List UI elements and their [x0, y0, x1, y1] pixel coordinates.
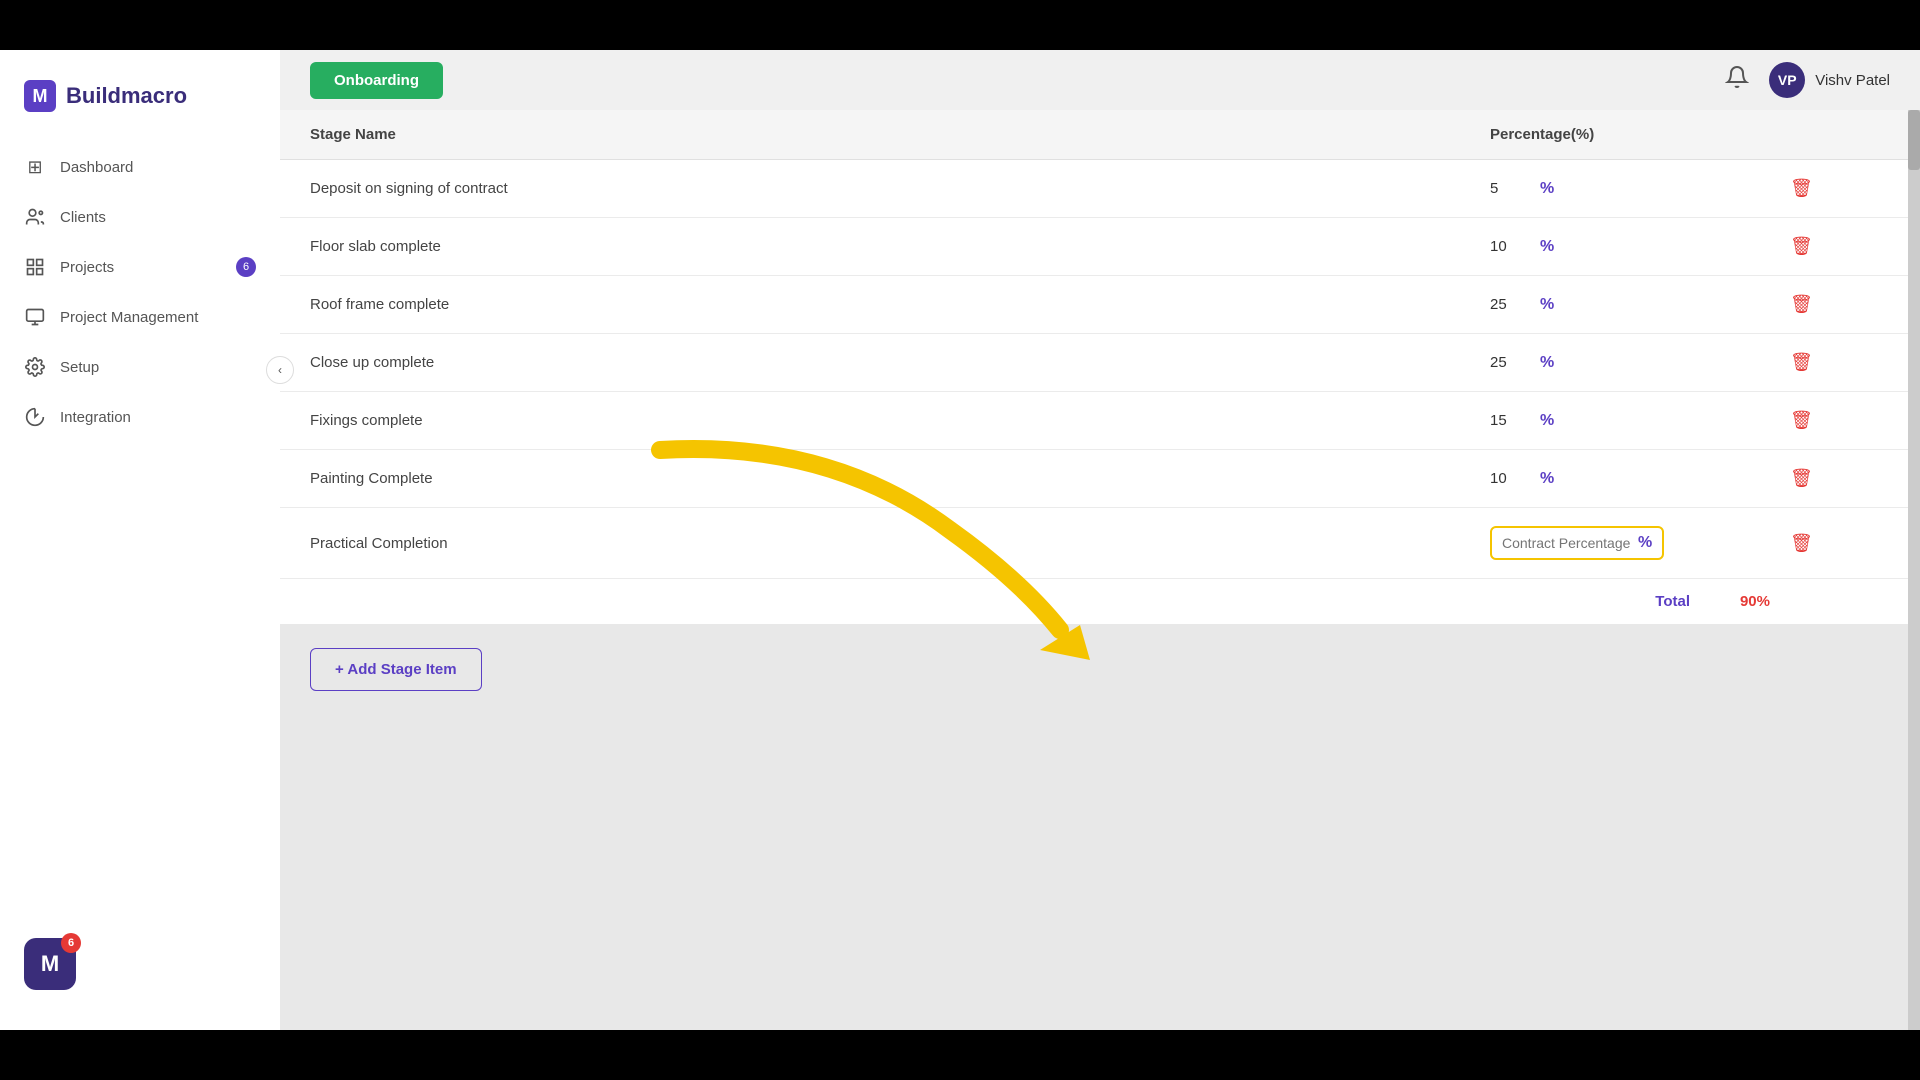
- sidebar-item-dashboard[interactable]: ⊞ Dashboard: [0, 142, 280, 192]
- projects-icon: [24, 256, 46, 278]
- percentage-value: 10: [1490, 238, 1530, 255]
- row-actions: 🗑: [1790, 236, 1890, 257]
- table-row: Fixings complete 15 % 🗑: [280, 392, 1920, 450]
- stage-name-cell: Painting Complete: [310, 470, 1490, 487]
- percent-symbol[interactable]: %: [1540, 238, 1554, 256]
- sidebar-bottom: M 6: [0, 918, 280, 1010]
- percentage-cell: 10 %: [1490, 470, 1790, 488]
- percent-symbol[interactable]: %: [1540, 180, 1554, 198]
- percentage-value: 5: [1490, 180, 1530, 197]
- row-actions: 🗑: [1790, 533, 1890, 554]
- percentage-value: 10: [1490, 470, 1530, 487]
- sidebar-label-clients: Clients: [60, 209, 106, 226]
- sidebar-item-clients[interactable]: Clients: [0, 192, 280, 242]
- row-actions: 🗑: [1790, 410, 1890, 431]
- table-header: Stage Name Percentage(%): [280, 110, 1920, 160]
- row-actions: 🗑: [1790, 178, 1890, 199]
- percent-symbol[interactable]: %: [1540, 296, 1554, 314]
- percent-symbol[interactable]: %: [1540, 354, 1554, 372]
- table-row: Close up complete 25 % 🗑: [280, 334, 1920, 392]
- stage-name-cell: Fixings complete: [310, 412, 1490, 429]
- notification-icon[interactable]: [1725, 65, 1749, 95]
- stage-name-cell: Practical Completion: [310, 535, 1490, 552]
- percent-symbol[interactable]: %: [1540, 470, 1554, 488]
- logo-area: M Buildmacro: [0, 70, 280, 142]
- percentage-cell: 5 %: [1490, 180, 1790, 198]
- percentage-cell-highlighted: %: [1490, 526, 1790, 560]
- delete-button[interactable]: 🗑: [1790, 410, 1813, 431]
- sidebar-label-setup: Setup: [60, 359, 99, 376]
- total-value: 90%: [1710, 593, 1770, 610]
- add-stage-item-button[interactable]: + Add Stage Item: [310, 648, 482, 691]
- header: Onboarding VP Vishv Patel: [280, 50, 1920, 110]
- row-actions: 🗑: [1790, 294, 1890, 315]
- add-button-container: + Add Stage Item: [280, 624, 1920, 715]
- percentage-cell: 25 %: [1490, 354, 1790, 372]
- col-header-percentage: Percentage(%): [1490, 126, 1790, 143]
- stage-name-cell: Deposit on signing of contract: [310, 180, 1490, 197]
- total-label: Total: [1655, 593, 1690, 610]
- row-actions: 🗑: [1790, 468, 1890, 489]
- percentage-cell: 25 %: [1490, 296, 1790, 314]
- setup-icon: [24, 356, 46, 378]
- col-header-stage-name: Stage Name: [310, 126, 1490, 143]
- sidebar-collapse-button[interactable]: ‹: [266, 356, 294, 384]
- project-mgmt-icon: [24, 306, 46, 328]
- percent-symbol[interactable]: %: [1540, 412, 1554, 430]
- stage-name-cell: Close up complete: [310, 354, 1490, 371]
- percentage-input-wrap: %: [1490, 526, 1664, 560]
- user-area[interactable]: VP Vishv Patel: [1769, 62, 1890, 98]
- total-row: Total 90%: [280, 579, 1920, 624]
- row-actions: 🗑: [1790, 352, 1890, 373]
- table-row: Roof frame complete 25 % 🗑: [280, 276, 1920, 334]
- delete-button[interactable]: 🗑: [1790, 294, 1813, 315]
- bottom-badge: 6: [61, 933, 81, 953]
- percentage-cell: 15 %: [1490, 412, 1790, 430]
- sidebar-label-dashboard: Dashboard: [60, 159, 133, 176]
- stage-table: Stage Name Percentage(%) Deposit on sign…: [280, 110, 1920, 624]
- projects-badge: 6: [236, 257, 256, 277]
- sidebar-item-project-management[interactable]: Project Management: [0, 292, 280, 342]
- user-name: Vishv Patel: [1815, 72, 1890, 89]
- table-row: Floor slab complete 10 % 🗑: [280, 218, 1920, 276]
- contract-percentage-input[interactable]: [1502, 535, 1632, 551]
- integration-icon: [24, 406, 46, 428]
- delete-button[interactable]: 🗑: [1790, 533, 1813, 554]
- sidebar-label-integration: Integration: [60, 409, 131, 426]
- onboarding-button[interactable]: Onboarding: [310, 62, 443, 99]
- percentage-value: 25: [1490, 296, 1530, 313]
- scrollbar-thumb[interactable]: [1908, 110, 1920, 170]
- delete-button[interactable]: 🗑: [1790, 178, 1813, 199]
- table-row: Painting Complete 10 % 🗑: [280, 450, 1920, 508]
- stage-name-cell: Floor slab complete: [310, 238, 1490, 255]
- percentage-value: 15: [1490, 412, 1530, 429]
- table-row-highlighted: Practical Completion % 🗑: [280, 508, 1920, 579]
- table-row: Deposit on signing of contract 5 % 🗑: [280, 160, 1920, 218]
- sidebar-label-project-mgmt: Project Management: [60, 309, 198, 326]
- dashboard-icon: ⊞: [24, 156, 46, 178]
- sidebar-label-projects: Projects: [60, 259, 114, 276]
- app-name: Buildmacro: [66, 83, 187, 109]
- header-right: VP Vishv Patel: [1725, 62, 1890, 98]
- percentage-cell: 10 %: [1490, 238, 1790, 256]
- delete-button[interactable]: 🗑: [1790, 352, 1813, 373]
- sidebar-item-projects[interactable]: Projects 6: [0, 242, 280, 292]
- sidebar-item-setup[interactable]: Setup: [0, 342, 280, 392]
- stage-name-cell: Roof frame complete: [310, 296, 1490, 313]
- percent-symbol-highlighted[interactable]: %: [1638, 534, 1652, 552]
- percentage-value: 25: [1490, 354, 1530, 371]
- app-bottom-icon[interactable]: M 6: [24, 938, 76, 990]
- delete-button[interactable]: 🗑: [1790, 236, 1813, 257]
- sidebar: M Buildmacro ⊞ Dashboard Clients Project…: [0, 50, 280, 1030]
- sidebar-item-integration[interactable]: Integration: [0, 392, 280, 442]
- logo-icon: M: [24, 80, 56, 112]
- scrollbar-track[interactable]: [1908, 110, 1920, 1030]
- content-area: Stage Name Percentage(%) Deposit on sign…: [280, 110, 1920, 1030]
- avatar: VP: [1769, 62, 1805, 98]
- delete-button[interactable]: 🗑: [1790, 468, 1813, 489]
- clients-icon: [24, 206, 46, 228]
